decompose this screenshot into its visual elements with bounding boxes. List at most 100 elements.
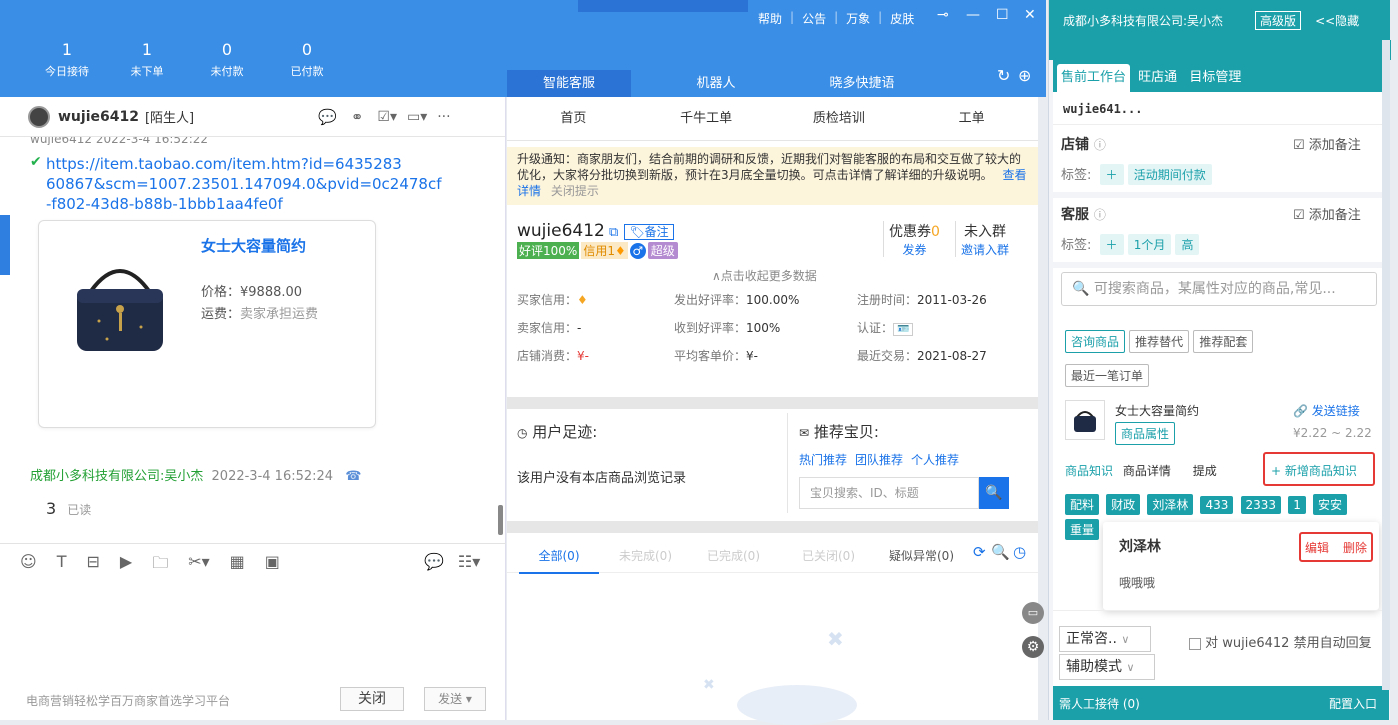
- tab-qianniu-ticket[interactable]: 千牛工单: [640, 97, 773, 140]
- auto-reply-checkbox[interactable]: [1189, 637, 1201, 650]
- service-tag[interactable]: 1个月: [1127, 234, 1172, 255]
- tab-robot[interactable]: 机器人: [676, 70, 756, 97]
- chat-bubble-icon[interactable]: 💬: [318, 108, 337, 126]
- stat-today-received[interactable]: 1 今日接待: [32, 40, 102, 79]
- invite-group-link[interactable]: 邀请入群: [961, 241, 1009, 258]
- calculator-icon[interactable]: ▦: [230, 552, 245, 579]
- menu-help[interactable]: 帮助: [758, 10, 782, 27]
- knowledge-tag[interactable]: 2333: [1240, 496, 1282, 514]
- more-icon[interactable]: ···: [437, 109, 450, 125]
- recommend-search-input[interactable]: 宝贝搜索、ID、标题: [799, 477, 979, 509]
- text-format-icon[interactable]: T: [57, 552, 67, 579]
- tab-wangdiantong[interactable]: 旺店通: [1134, 62, 1181, 94]
- tab-product-knowledge[interactable]: 商品知识: [1065, 464, 1113, 478]
- menu-announcement[interactable]: 公告: [802, 10, 826, 27]
- order-tab-closed[interactable]: 已关闭(0): [802, 547, 855, 564]
- footer-ad[interactable]: 电商营销轻松学百万商家首选学习平台: [26, 692, 230, 709]
- knowledge-tag[interactable]: 配料: [1065, 494, 1100, 515]
- order-history-icon[interactable]: ◷: [1013, 543, 1026, 561]
- service-add-note[interactable]: ☑ 添加备注: [1293, 204, 1361, 223]
- video-play-icon[interactable]: ▶: [120, 552, 132, 579]
- knowledge-tag[interactable]: 1: [1288, 496, 1306, 514]
- order-search-icon[interactable]: 🔍: [991, 543, 1010, 561]
- tab-product-details[interactable]: 商品详情: [1123, 464, 1171, 478]
- tab-ticket[interactable]: 工单: [905, 97, 1038, 140]
- knowledge-tag[interactable]: 433: [1200, 496, 1234, 514]
- team-recommend-link[interactable]: 团队推荐: [855, 451, 903, 468]
- close-button[interactable]: 关闭: [340, 687, 404, 711]
- shop-tag[interactable]: 活动期间付款: [1127, 164, 1212, 185]
- pin-icon[interactable]: ⊸: [937, 7, 949, 23]
- send-link-button[interactable]: 🔗 发送链接: [1293, 402, 1360, 419]
- order-tab-incomplete[interactable]: 未完成(0): [619, 547, 672, 564]
- personal-recommend-link[interactable]: 个人推荐: [911, 451, 959, 468]
- emoji-icon[interactable]: ☺: [20, 552, 37, 579]
- close-icon[interactable]: ✕: [1024, 7, 1036, 23]
- service-tag[interactable]: 高: [1175, 234, 1200, 255]
- link-line-1[interactable]: https://item.taobao.com/item.htm?id=6435…: [46, 154, 456, 174]
- assist-mode-select[interactable]: 辅助模式 ∨: [1059, 654, 1155, 680]
- product-link-message[interactable]: ✔ https://item.taobao.com/item.htm?id=64…: [30, 154, 456, 214]
- shop-add-note[interactable]: ☑ 添加备注: [1293, 134, 1361, 153]
- config-entry-button[interactable]: 配置入口: [1329, 695, 1377, 712]
- recommend-alternative-button[interactable]: 推荐替代: [1129, 330, 1190, 353]
- add-tag-button[interactable]: ＋: [1099, 234, 1124, 255]
- task-icon[interactable]: ☑▾: [377, 109, 397, 125]
- chat-scrollbar[interactable]: [498, 505, 503, 535]
- menu-skin[interactable]: 皮肤: [890, 10, 914, 27]
- link-line-3[interactable]: -f802-43d8-b88b-1bbb1aa4fe0f: [46, 194, 456, 214]
- add-tag-button[interactable]: ＋: [1099, 164, 1124, 185]
- hide-button[interactable]: <<隐藏: [1315, 12, 1359, 29]
- tab-home[interactable]: 首页: [507, 97, 640, 140]
- product-title[interactable]: 女士大容量简约: [201, 235, 306, 256]
- refresh-icon[interactable]: ↻: [997, 66, 1010, 85]
- copy-icon[interactable]: ⧉: [609, 225, 618, 240]
- scissors-icon[interactable]: ✂▾: [188, 552, 209, 579]
- tab-qa-training[interactable]: 质检培训: [773, 97, 906, 140]
- tab-goal-management[interactable]: 目标管理: [1185, 62, 1245, 94]
- recent-order-button[interactable]: 最近一笔订单: [1065, 364, 1150, 387]
- product-attributes-button[interactable]: 商品属性: [1115, 422, 1176, 445]
- note-button[interactable]: 🏷备注: [624, 224, 674, 240]
- consult-product-button[interactable]: 咨询商品: [1065, 330, 1126, 353]
- stat-not-ordered[interactable]: 1 未下单: [112, 40, 182, 79]
- tab-presale-workbench[interactable]: 售前工作台: [1057, 64, 1131, 92]
- order-tab-all[interactable]: 全部(0): [519, 547, 599, 574]
- edit-button[interactable]: 编辑: [1305, 539, 1329, 556]
- knowledge-tag[interactable]: 安安: [1312, 494, 1347, 515]
- hot-recommend-link[interactable]: 热门推荐: [799, 451, 847, 468]
- order-tab-abnormal[interactable]: 疑似异常(0): [889, 547, 954, 564]
- order-tab-complete[interactable]: 已完成(0): [707, 547, 760, 564]
- send-button[interactable]: 发送 ▾: [424, 687, 486, 711]
- tab-commission[interactable]: 提成: [1193, 464, 1217, 478]
- minimize-icon[interactable]: —: [966, 7, 980, 23]
- video-icon[interactable]: ▭▾: [407, 109, 427, 125]
- history-record-icon[interactable]: ☷▾: [458, 552, 480, 571]
- settings-float-icon[interactable]: ⚙: [1022, 636, 1044, 658]
- menu-wanxiang[interactable]: 万象: [846, 10, 870, 27]
- history-chat-icon[interactable]: 💬: [424, 552, 444, 571]
- product-search-input[interactable]: 🔍 可搜索商品，某属性对应的商品,常见...: [1061, 272, 1377, 306]
- manual-reception-count[interactable]: 需人工接待 (0): [1059, 695, 1140, 712]
- maximize-icon[interactable]: ☐: [996, 7, 1009, 23]
- delete-button[interactable]: 删除: [1343, 539, 1367, 556]
- stat-unpaid[interactable]: 0 未付款: [192, 40, 262, 79]
- quick-phrase-icon[interactable]: ⊟: [86, 552, 99, 579]
- notice-close-link[interactable]: 关闭提示: [551, 184, 599, 198]
- folder-icon[interactable]: 🗀: [152, 552, 168, 579]
- mode-select[interactable]: 正常咨.. ∨: [1059, 626, 1151, 652]
- tab-smart-service[interactable]: 智能客服: [507, 70, 631, 97]
- avatar[interactable]: [28, 105, 50, 128]
- order-refresh-icon[interactable]: ⟳: [973, 543, 986, 561]
- transfer-icon[interactable]: ⚭: [351, 108, 364, 126]
- assistant-scrollbar[interactable]: [1382, 40, 1390, 690]
- add-knowledge-button[interactable]: + 新增商品知识: [1271, 462, 1357, 479]
- auto-reply-toggle[interactable]: 对 wujie6412 禁用自动回复: [1189, 632, 1372, 651]
- collapse-toggle[interactable]: ∧点击收起更多数据: [712, 267, 817, 284]
- add-icon[interactable]: ⊕: [1018, 66, 1031, 85]
- save-icon[interactable]: ▣: [265, 552, 280, 579]
- stat-paid[interactable]: 0 已付款: [272, 40, 342, 79]
- send-coupon-link[interactable]: 发券: [889, 241, 940, 258]
- knowledge-tag[interactable]: 财政: [1106, 494, 1141, 515]
- knowledge-tag[interactable]: 重量: [1065, 519, 1100, 540]
